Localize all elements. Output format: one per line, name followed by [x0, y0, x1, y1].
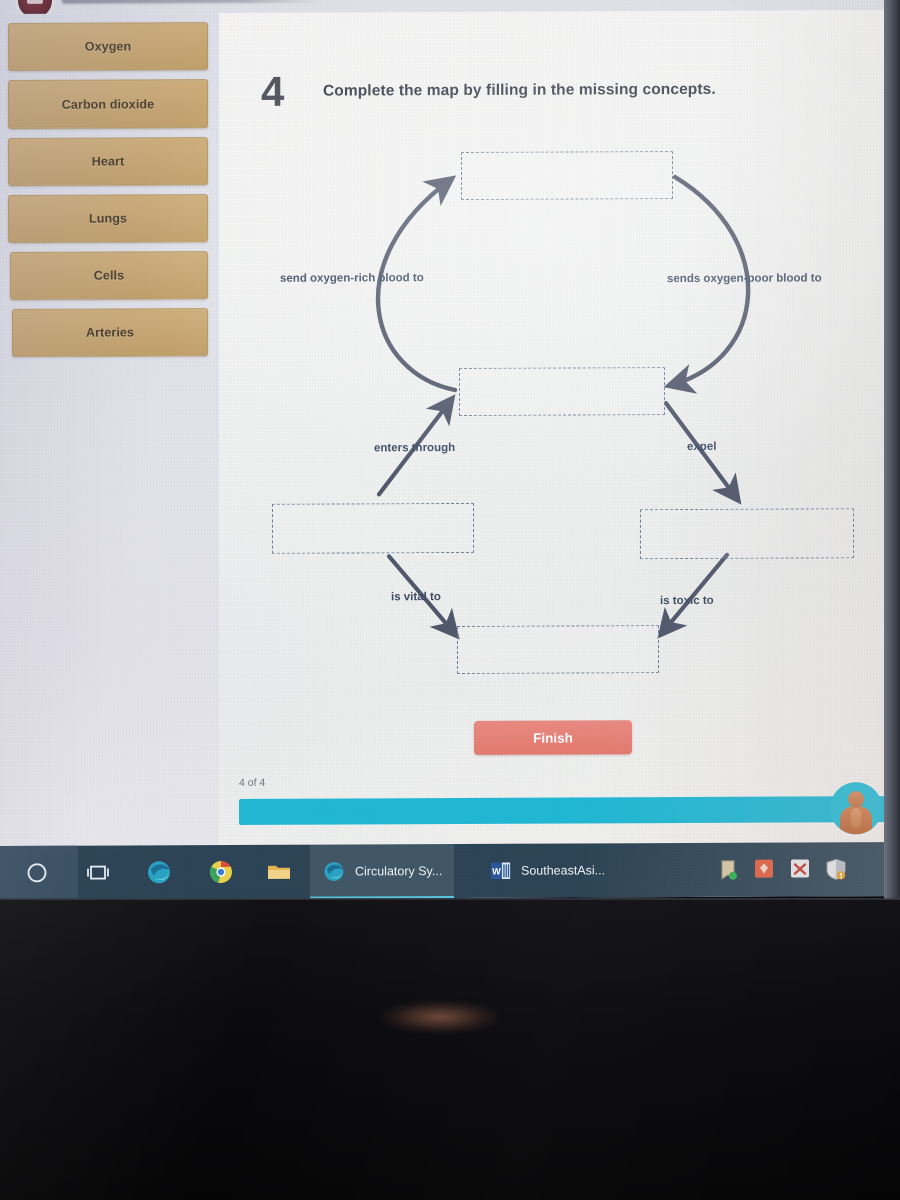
- search-circle-icon[interactable]: [23, 859, 51, 887]
- answer-tile-carbon-dioxide[interactable]: Carbon dioxide: [8, 79, 208, 129]
- avatar-head: [848, 791, 864, 808]
- concept-map: send oxygen-rich blood to sends oxygen-p…: [219, 120, 884, 703]
- answer-tile-label: Heart: [91, 154, 125, 169]
- answer-tile-lungs[interactable]: Lungs: [8, 194, 208, 243]
- drop-zone-top[interactable]: [461, 151, 673, 200]
- taskbar-window-label: Circulatory Sy...: [355, 864, 443, 879]
- progress-count: 4 of 4: [239, 776, 266, 789]
- answer-tile-label: Arteries: [85, 325, 135, 340]
- laptop-screen: Oxygen Carbon dioxide Heart Lungs Cells: [0, 0, 884, 900]
- avatar-arms: [851, 808, 861, 829]
- answer-tile-heart[interactable]: Heart: [8, 137, 208, 186]
- system-tray: [718, 842, 846, 897]
- edge-label-sends-oxygen-poor: sends oxygen-poor blood to: [667, 272, 822, 286]
- security-warning-icon[interactable]: [826, 858, 846, 880]
- deck-sheen: [0, 900, 900, 1200]
- laptop-photo: Oxygen Carbon dioxide Heart Lungs Cells: [0, 0, 900, 1200]
- screen-bezel-right: [884, 0, 900, 900]
- answer-tile-label: Lungs: [89, 211, 127, 226]
- answer-tile-label: Cells: [93, 268, 125, 283]
- answer-bank-list: Oxygen Carbon dioxide Heart Lungs Cells: [0, 13, 219, 366]
- edge-label-is-vital-to: is vital to: [391, 591, 441, 604]
- answer-bank-sidebar: Oxygen Carbon dioxide Heart Lungs Cells: [0, 13, 219, 846]
- chrome-icon[interactable]: [207, 858, 235, 886]
- student-avatar-icon: [830, 782, 882, 835]
- browser-page: Oxygen Carbon dioxide Heart Lungs Cells: [0, 0, 884, 846]
- edge-icon: [324, 862, 344, 881]
- drop-zone-left-lower[interactable]: [272, 502, 474, 554]
- edge-label-send-oxygen-rich: send oxygen-rich blood to: [280, 272, 424, 285]
- answer-tile-oxygen[interactable]: Oxygen: [8, 22, 208, 71]
- edge-label-enters-through: enters through: [374, 442, 456, 455]
- answer-tile-arteries[interactable]: Arteries: [12, 308, 208, 357]
- question-prompt: Complete the map by filling in the missi…: [323, 80, 716, 100]
- edge-icon[interactable]: [145, 858, 173, 886]
- drop-zone-bottom[interactable]: [457, 625, 659, 675]
- progress-bar-fill: [239, 796, 884, 825]
- edge-label-is-toxic-to: is toxic to: [660, 594, 714, 608]
- drop-zone-middle[interactable]: [459, 367, 665, 416]
- windows-taskbar: Circulatory Sy... W SoutheastAsi...: [0, 842, 884, 900]
- question-number: 4: [261, 67, 285, 115]
- taskbar-window-circulatory[interactable]: Circulatory Sy...: [310, 844, 455, 899]
- edge-label-expel: expel: [687, 440, 717, 454]
- folder-icon[interactable]: [265, 858, 293, 886]
- answer-tile-cells[interactable]: Cells: [10, 251, 208, 300]
- mcafee-icon[interactable]: [754, 859, 774, 881]
- drop-zone-right-lower[interactable]: [640, 508, 854, 560]
- answer-tile-label: Carbon dioxide: [61, 96, 155, 112]
- word-icon: W: [490, 862, 511, 880]
- progress-bar: [239, 796, 884, 825]
- onedrive-sync-icon[interactable]: [718, 859, 738, 881]
- finish-button[interactable]: Finish: [474, 720, 632, 755]
- answer-tile-label: Oxygen: [84, 39, 132, 54]
- network-error-icon[interactable]: [790, 858, 810, 880]
- svg-text:W: W: [492, 866, 501, 876]
- taskbar-window-label: SoutheastAsi...: [521, 863, 606, 878]
- task-view-icon[interactable]: [84, 859, 112, 887]
- taskbar-window-southeastasia[interactable]: W SoutheastAsi...: [478, 843, 617, 898]
- question-area: 4 Complete the map by filling in the mis…: [219, 10, 884, 846]
- site-title-obscured: [62, 0, 322, 4]
